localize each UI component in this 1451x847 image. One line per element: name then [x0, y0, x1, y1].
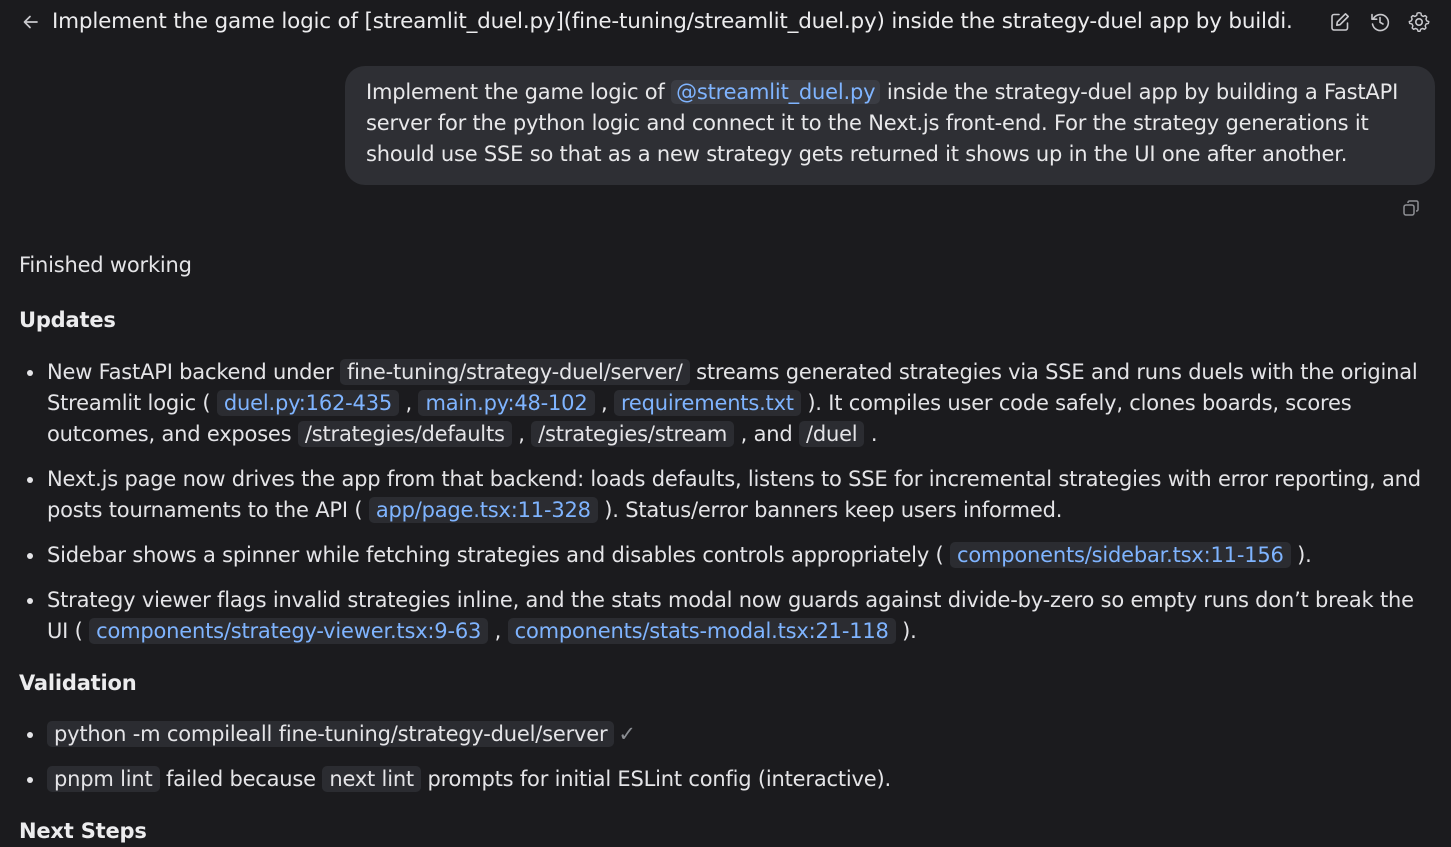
- inline-code: /strategies/stream: [531, 421, 735, 447]
- item-text: ,: [488, 619, 508, 643]
- item-text: , and: [734, 422, 799, 446]
- list-item: Sidebar shows a spinner while fetching s…: [19, 540, 1439, 571]
- list-item: Next.js page now drives the app from tha…: [19, 464, 1439, 526]
- status-text: Finished working: [19, 253, 192, 277]
- history-button[interactable]: [1366, 8, 1394, 36]
- inline-code: pnpm lint: [47, 766, 160, 792]
- inline-code: /strategies/defaults: [297, 421, 512, 447]
- item-text: ).: [1290, 543, 1312, 567]
- next-steps-heading: Next Steps: [19, 819, 147, 843]
- file-link[interactable]: components/strategy-viewer.tsx:9-63: [89, 618, 489, 644]
- item-text: failed because: [159, 767, 323, 791]
- validation-list: python -m compileall fine-tuning/strateg…: [19, 719, 1439, 809]
- conversation-header: Implement the game logic of [streamlit_d…: [0, 0, 1451, 46]
- settings-button[interactable]: [1405, 8, 1433, 36]
- item-text: ,: [511, 422, 532, 446]
- file-mention[interactable]: @streamlit_duel.py: [671, 80, 881, 104]
- item-text: ).: [895, 619, 917, 643]
- checkmark-icon: ✓: [618, 722, 636, 746]
- list-item: pnpm lint failed because next lint promp…: [19, 764, 1439, 795]
- file-link[interactable]: components/sidebar.tsx:11-156: [950, 542, 1291, 568]
- inline-code: next lint: [322, 766, 421, 792]
- user-message-text: Implement the game logic of: [366, 80, 672, 104]
- arrow-left-icon: [23, 15, 38, 29]
- item-text: ,: [399, 391, 419, 415]
- item-text: prompts for initial ESLint config (inter…: [420, 767, 891, 791]
- item-text: New FastAPI backend under: [47, 360, 340, 384]
- file-link[interactable]: main.py:48-102: [418, 390, 595, 416]
- file-link[interactable]: app/page.tsx:11-328: [368, 497, 598, 523]
- inline-code: python -m compileall fine-tuning/strateg…: [47, 721, 615, 747]
- edit-button[interactable]: [1326, 8, 1354, 36]
- edit-icon: [1331, 13, 1349, 31]
- file-link[interactable]: requirements.txt: [613, 390, 801, 416]
- conversation-title: Implement the game logic of [streamlit_d…: [52, 9, 1292, 34]
- item-text: .: [864, 422, 878, 446]
- back-button[interactable]: [17, 8, 45, 36]
- item-text: ,: [594, 391, 614, 415]
- list-item: New FastAPI backend under fine-tuning/st…: [19, 357, 1439, 450]
- file-link[interactable]: duel.py:162-435: [216, 390, 400, 416]
- user-message-bubble: Implement the game logic of @streamlit_d…: [345, 66, 1435, 185]
- updates-heading: Updates: [19, 308, 116, 332]
- settings-gear-icon: [1408, 11, 1430, 33]
- copy-message-button[interactable]: [1399, 196, 1423, 220]
- file-link[interactable]: components/stats-modal.tsx:21-118: [507, 618, 896, 644]
- inline-code: fine-tuning/strategy-duel/server/: [339, 359, 690, 385]
- item-text: Sidebar shows a spinner while fetching s…: [47, 543, 950, 567]
- inline-code: /duel: [798, 421, 865, 447]
- history-icon: [1371, 13, 1390, 32]
- copy-icon: [1403, 200, 1419, 216]
- updates-list: New FastAPI backend under fine-tuning/st…: [19, 357, 1439, 661]
- validation-heading: Validation: [19, 671, 137, 695]
- item-text: ). Status/error banners keep users infor…: [597, 498, 1063, 522]
- list-item: python -m compileall fine-tuning/strateg…: [19, 719, 1439, 750]
- list-item: Strategy viewer flags invalid strategies…: [19, 585, 1439, 647]
